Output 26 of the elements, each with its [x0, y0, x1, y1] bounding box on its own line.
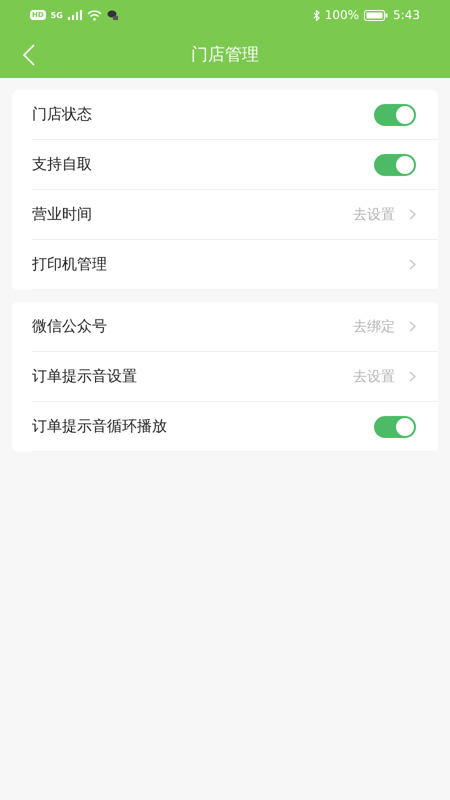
setting-label: 营业时间	[32, 205, 92, 224]
toggle-switch[interactable]	[374, 104, 416, 126]
setting-label: 门店状态	[32, 105, 92, 124]
chevron-right-icon	[409, 259, 416, 270]
toggle-switch[interactable]	[374, 416, 416, 438]
network-type: 5G	[50, 10, 63, 20]
setting-label: 订单提示音循环播放	[32, 417, 167, 436]
battery-percentage: 100%	[324, 8, 360, 22]
chevron-right-icon	[409, 209, 416, 220]
setting-label: 订单提示音设置	[32, 367, 137, 386]
battery-icon	[364, 10, 388, 20]
chevron-right-icon	[409, 371, 416, 382]
setting-action-link[interactable]: 去设置	[353, 206, 395, 224]
clock: 5:43	[393, 8, 420, 22]
chevron-right-icon	[409, 321, 416, 332]
app-notification-icon	[106, 10, 118, 20]
page-title: 门店管理	[191, 44, 259, 66]
setting-action-link[interactable]: 去设置	[353, 368, 395, 386]
wifi-icon	[86, 10, 102, 20]
bluetooth-icon	[312, 10, 320, 20]
signal-icon	[68, 10, 82, 20]
toggle-switch[interactable]	[374, 154, 416, 176]
setting-label: 微信公众号	[32, 317, 107, 336]
setting-label: 支持自取	[32, 155, 92, 174]
setting-label: 打印机管理	[32, 255, 107, 274]
setting-action-link[interactable]: 去绑定	[353, 318, 395, 336]
